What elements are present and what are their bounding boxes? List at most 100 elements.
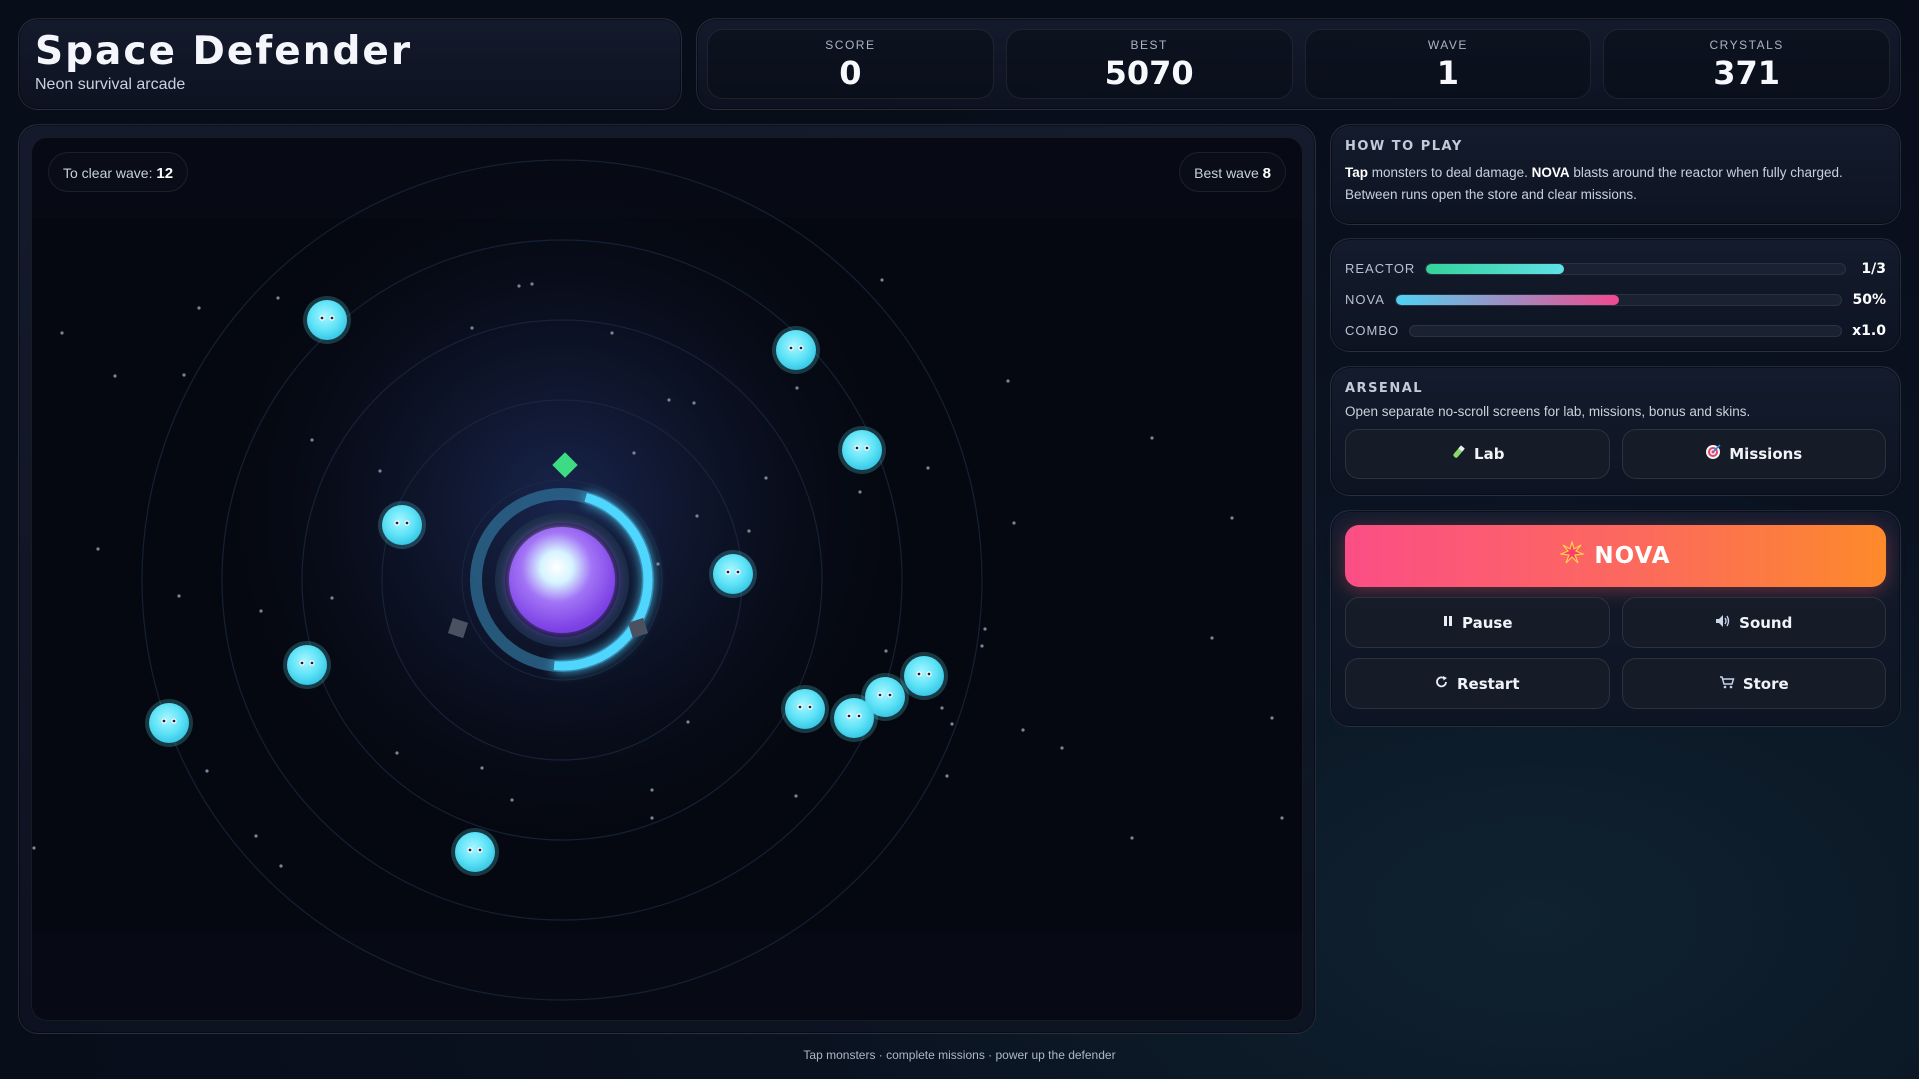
monster[interactable] bbox=[838, 426, 886, 474]
monster[interactable] bbox=[772, 326, 820, 374]
monster[interactable] bbox=[709, 550, 757, 598]
monster-body bbox=[904, 656, 944, 696]
monster-pupil bbox=[888, 693, 892, 697]
star bbox=[530, 282, 534, 286]
monster-body bbox=[713, 554, 753, 594]
play-field[interactable] bbox=[32, 138, 1303, 1021]
star bbox=[254, 834, 258, 838]
star bbox=[330, 596, 334, 600]
howto-tap: Tap bbox=[1345, 165, 1368, 180]
monster[interactable] bbox=[283, 641, 331, 689]
wave-clear-label: To clear wave: bbox=[63, 165, 153, 181]
monster-body bbox=[785, 689, 825, 729]
score-stat: SCORE 0 bbox=[707, 29, 994, 99]
monster-body bbox=[842, 430, 882, 470]
nova-meter-value: 50% bbox=[1852, 291, 1886, 308]
star bbox=[795, 386, 799, 390]
speaker-icon bbox=[1715, 614, 1731, 632]
star bbox=[279, 864, 283, 868]
store-button[interactable]: Store bbox=[1621, 658, 1886, 709]
monster-pupil bbox=[917, 672, 921, 676]
monster-body bbox=[307, 300, 347, 340]
star bbox=[980, 644, 984, 648]
game-subtitle: Neon survival arcade bbox=[35, 75, 186, 93]
how-to-play-panel: HOW TO PLAY Tap monsters to deal damage.… bbox=[1330, 124, 1901, 225]
star bbox=[510, 798, 514, 802]
reactor-core bbox=[509, 527, 615, 633]
sound-button[interactable]: Sound bbox=[1621, 597, 1886, 648]
combo-meter-label: COMBO bbox=[1345, 323, 1400, 338]
best-label: BEST bbox=[1130, 38, 1168, 52]
pause-icon bbox=[1442, 615, 1454, 631]
monster[interactable] bbox=[830, 694, 878, 742]
star bbox=[794, 794, 798, 798]
star bbox=[686, 720, 690, 724]
howto-nova: NOVA bbox=[1531, 165, 1570, 180]
star bbox=[667, 398, 671, 402]
lab-button-label: Lab bbox=[1474, 445, 1505, 463]
reactor-meter-track bbox=[1425, 262, 1846, 275]
star bbox=[747, 529, 751, 533]
monster-pupil bbox=[798, 705, 802, 709]
star bbox=[470, 326, 474, 330]
crystals-stat: CRYSTALS 371 bbox=[1603, 29, 1890, 99]
star bbox=[310, 438, 314, 442]
monster-pupil bbox=[808, 705, 812, 709]
crystals-label: CRYSTALS bbox=[1709, 38, 1784, 52]
star bbox=[880, 278, 884, 282]
star bbox=[650, 816, 654, 820]
best-stat: BEST 5070 bbox=[1005, 29, 1293, 99]
wave-stat: WAVE 1 bbox=[1304, 29, 1592, 99]
star bbox=[1021, 728, 1025, 732]
arsenal-title: ARSENAL bbox=[1345, 381, 1424, 396]
monster[interactable] bbox=[451, 828, 499, 876]
star bbox=[632, 451, 636, 455]
lab-button[interactable]: Lab bbox=[1345, 429, 1610, 479]
star bbox=[276, 296, 280, 300]
crystals-value: 371 bbox=[1713, 54, 1781, 92]
star bbox=[177, 594, 181, 598]
star bbox=[259, 609, 263, 613]
pause-button[interactable]: Pause bbox=[1345, 597, 1610, 648]
monster[interactable] bbox=[303, 296, 351, 344]
controls-panel: NOVA Pause Sound Restart Store bbox=[1330, 510, 1901, 727]
missions-button[interactable]: Missions bbox=[1621, 429, 1886, 479]
restart-button[interactable]: Restart bbox=[1345, 658, 1610, 709]
best-wave-counter: Best wave 8 bbox=[1179, 152, 1286, 192]
game-canvas[interactable]: To clear wave: 12 Best wave 8 bbox=[31, 137, 1303, 1021]
monster[interactable] bbox=[378, 501, 426, 549]
star bbox=[205, 769, 209, 773]
monster-pupil bbox=[878, 693, 882, 697]
monster-pupil bbox=[172, 719, 176, 723]
wave-label: WAVE bbox=[1427, 38, 1468, 52]
arsenal-panel: ARSENAL Open separate no-scroll screens … bbox=[1330, 366, 1901, 496]
reactor-meter-value: 1/3 bbox=[1861, 260, 1886, 277]
monster-body bbox=[455, 832, 495, 872]
star bbox=[1130, 836, 1134, 840]
monster-pupil bbox=[857, 714, 861, 718]
star bbox=[96, 547, 100, 551]
combo-meter-track bbox=[1409, 324, 1843, 337]
monster-pupil bbox=[847, 714, 851, 718]
nova-button-label: NOVA bbox=[1594, 543, 1671, 569]
arsenal-text: Open separate no-scroll screens for lab,… bbox=[1345, 404, 1751, 419]
star bbox=[1006, 379, 1010, 383]
star bbox=[650, 788, 654, 792]
star bbox=[32, 846, 36, 850]
monster[interactable] bbox=[145, 699, 193, 747]
best-value: 5070 bbox=[1104, 54, 1194, 92]
star bbox=[926, 466, 930, 470]
monster[interactable] bbox=[781, 685, 829, 733]
best-wave-label: Best wave bbox=[1194, 165, 1259, 181]
title-panel: Space Defender Neon survival arcade bbox=[18, 18, 682, 110]
monster-body bbox=[776, 330, 816, 370]
monster-pupil bbox=[789, 346, 793, 350]
monster-pupil bbox=[855, 446, 859, 450]
star bbox=[1150, 436, 1154, 440]
monster-pupil bbox=[799, 346, 803, 350]
monster-pupil bbox=[300, 661, 304, 665]
how-to-play-title: HOW TO PLAY bbox=[1345, 139, 1463, 154]
nova-meter-fill bbox=[1395, 294, 1619, 305]
star bbox=[197, 306, 201, 310]
nova-button[interactable]: NOVA bbox=[1345, 525, 1886, 587]
